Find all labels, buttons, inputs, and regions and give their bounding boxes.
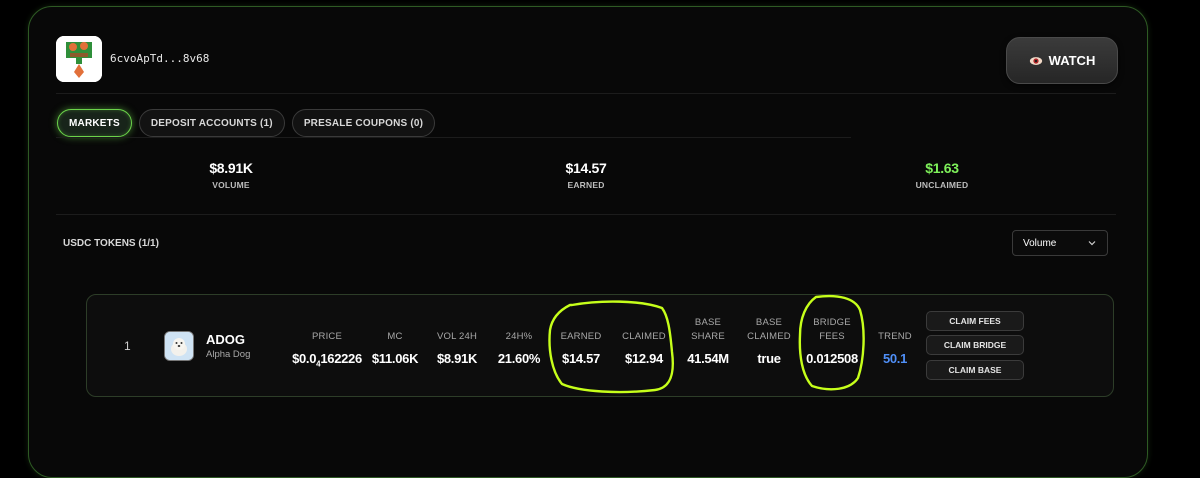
earned-value: $14.57 [562,351,600,366]
base-claimed-column: BASE CLAIMED true [740,316,798,366]
vol24h-column: VOL 24H $8.91K [428,330,486,366]
base-share-header-2: SHARE [691,331,725,342]
watch-button-label: WATCH [1048,53,1096,68]
claim-fees-button[interactable]: CLAIM FEES [926,311,1024,331]
claim-base-button[interactable]: CLAIM BASE [926,360,1024,380]
mc-column: MC $11.06K [366,330,424,366]
mc-value: $11.06K [371,351,419,366]
change24h-value: 21.60% [497,351,541,366]
tab-markets[interactable]: MARKETS [57,109,132,137]
claimed-column: CLAIMED $12.94 [614,330,674,366]
trend-header: TREND [878,331,912,342]
section-title: USDC TOKENS (1/1) [63,238,159,249]
base-claimed-value: true [757,351,781,366]
stat-value: $1.63 [925,160,959,176]
eye-icon [1029,56,1042,65]
profile-panel [28,6,1148,478]
stat-earned: $14.57 EARNED [506,160,666,190]
chevron-down-icon [1088,241,1096,246]
bridge-fees-header-1: BRIDGE [813,317,851,328]
divider [56,214,1116,215]
price-value-main: $0.0 [292,351,317,366]
token-rank: 1 [124,339,131,353]
change24h-column: 24H% 21.60% [490,330,548,366]
price-value-digits: 162226 [320,351,362,366]
sort-select[interactable]: Volume [1012,230,1108,256]
avatar [56,36,102,82]
token-logo [164,331,194,361]
price-column: PRICE $0.04162226 [288,330,366,369]
tab-bar: MARKETS DEPOSIT ACCOUNTS (1) PRESALE COU… [57,109,436,137]
claimed-header: CLAIMED [622,331,666,342]
bridge-fees-value: 0.012508 [806,351,858,366]
stat-value: $14.57 [565,160,607,176]
price-value: $0.04162226 [288,351,366,369]
earned-header: EARNED [560,331,602,342]
base-claimed-header-1: BASE [755,317,783,328]
base-claimed-header-2: CLAIMED [747,331,791,342]
token-ticker[interactable]: ADOG [206,332,245,347]
stat-label: UNCLAIMED [915,180,969,190]
trend-value: 50.1 [882,351,908,366]
change24h-header: 24H% [505,331,533,342]
sort-select-value: Volume [1023,237,1057,249]
claim-bridge-button[interactable]: CLAIM BRIDGE [926,335,1024,355]
token-name: Alpha Dog [206,349,251,360]
base-share-column: BASE SHARE 41.54M [680,316,736,366]
claimed-value: $12.94 [625,351,663,366]
mc-header: MC [387,331,403,342]
tab-deposit-accounts[interactable]: DEPOSIT ACCOUNTS (1) [138,109,285,137]
bridge-fees-column: BRIDGE FEES 0.012508 [800,316,864,366]
divider [56,137,851,138]
price-header: PRICE [311,331,343,342]
bridge-fees-header-2: FEES [819,331,845,342]
earned-column: EARNED $14.57 [552,330,610,366]
trend-column: TREND 50.1 [868,330,922,366]
wallet-address: 6cvoApTd...8v68 [110,52,210,65]
base-share-header-1: BASE [694,317,722,328]
stat-label: EARNED [567,180,605,190]
vol24h-value: $8.91K [436,351,478,366]
stat-unclaimed: $1.63 UNCLAIMED [862,160,1022,190]
vol24h-header: VOL 24H [436,331,478,342]
stat-volume: $8.91K VOLUME [151,160,311,190]
stat-label: VOLUME [212,180,250,190]
divider [56,93,1116,94]
tab-presale-coupons[interactable]: PRESALE COUPONS (0) [291,109,436,137]
stat-value: $8.91K [209,160,253,176]
watch-button[interactable]: WATCH [1006,37,1118,84]
base-share-value: 41.54M [687,351,729,366]
